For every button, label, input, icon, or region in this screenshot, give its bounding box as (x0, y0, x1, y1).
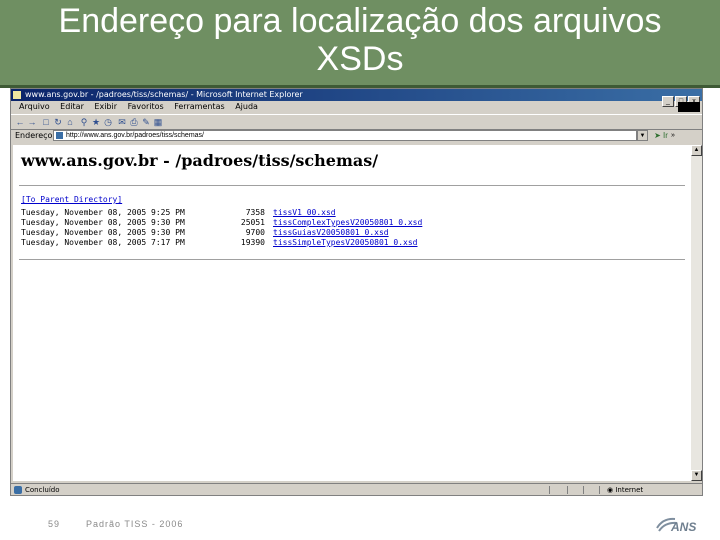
zone-label: Internet (615, 486, 644, 494)
refresh-icon[interactable]: ↻ (53, 117, 63, 127)
file-date: Tuesday, November 08, 2005 9:30 PM (21, 218, 185, 227)
slide-number: 59 (48, 519, 61, 529)
slide-footer: Padrão TISS - 2006 (86, 519, 184, 529)
home-icon[interactable]: ⌂ (65, 117, 75, 127)
file-row: Tuesday, November 08, 2005 7:17 PM 19390 t… (21, 238, 418, 247)
page-icon (56, 132, 63, 139)
discuss-icon[interactable]: ▦ (153, 117, 163, 127)
internet-zone: ◉ Internet (607, 484, 643, 496)
go-label: Ir (663, 131, 668, 140)
menu-ajuda[interactable]: Ajuda (235, 101, 258, 113)
menu-arquivo[interactable]: Arquivo (19, 101, 50, 113)
address-label: Endereço (15, 131, 53, 140)
print-icon[interactable]: ⎙ (129, 117, 139, 127)
menu-ferramentas[interactable]: Ferramentas (174, 101, 224, 113)
favorites-icon[interactable]: ★ (91, 117, 101, 127)
status-divider (567, 486, 568, 494)
file-date: Tuesday, November 08, 2005 7:17 PM (21, 238, 185, 247)
file-size: 25051 (240, 218, 265, 227)
ie-window-icon (13, 91, 21, 99)
divider (19, 259, 685, 260)
address-dropdown-icon[interactable]: ▼ (637, 130, 648, 141)
forward-icon[interactable]: → (27, 117, 37, 127)
file-link[interactable]: tissGuiasV20050801_0.xsd (273, 228, 389, 237)
windows-logo-icon (678, 102, 700, 112)
file-size: 9700 (245, 228, 265, 237)
file-date: Tuesday, November 08, 2005 9:30 PM (21, 228, 185, 237)
history-icon[interactable]: ◷ (103, 117, 113, 127)
vertical-scrollbar[interactable]: ▲ ▼ (691, 145, 702, 481)
links-button[interactable]: » (671, 130, 675, 141)
status-divider (599, 486, 600, 494)
scroll-down-icon[interactable]: ▼ (691, 470, 702, 481)
status-text: Concluído (25, 486, 60, 494)
file-row: Tuesday, November 08, 2005 9:25 PM 7358 ti… (21, 208, 336, 217)
status-bar: Concluído ◉ Internet (11, 483, 702, 496)
search-icon[interactable]: ⚲ (79, 117, 89, 127)
mail-icon[interactable]: ✉ (117, 117, 127, 127)
globe-icon: ◉ (607, 486, 614, 494)
back-icon[interactable]: ← (15, 117, 25, 127)
divider (19, 185, 685, 186)
ans-logo: ANS (656, 517, 696, 534)
file-size: 7358 (245, 208, 265, 217)
page-content: www.ans.gov.br - /padroes/tiss/schemas/ … (13, 145, 691, 481)
standard-toolbar: ← → □ ↻ ⌂ ⚲ ★ ◷ ✉ ⎙ ✎ ▦ (11, 114, 702, 130)
file-link[interactable]: tissV1_00.xsd (273, 208, 336, 217)
page-heading: www.ans.gov.br - /padroes/tiss/schemas/ (21, 151, 379, 170)
file-link[interactable]: tissComplexTypesV20050801_0.xsd (273, 218, 422, 227)
parent-directory-link[interactable]: [To Parent Directory] (21, 195, 122, 204)
status-divider (583, 486, 584, 494)
status-divider (549, 486, 550, 494)
browser-window: www.ans.gov.br - /padroes/tiss/schemas/ … (10, 88, 703, 496)
file-size: 19390 (240, 238, 265, 247)
menu-favoritos[interactable]: Favoritos (128, 101, 164, 113)
menu-bar: Arquivo Editar Exibir Favoritos Ferramen… (11, 101, 702, 113)
window-title: www.ans.gov.br - /padroes/tiss/schemas/ … (25, 90, 303, 99)
stop-icon[interactable]: □ (41, 117, 51, 127)
address-value: http://www.ans.gov.br/padroes/tiss/schem… (66, 132, 204, 139)
scroll-up-icon[interactable]: ▲ (691, 145, 702, 156)
file-link[interactable]: tissSimpleTypesV20050801_0.xsd (273, 238, 418, 247)
go-icon: ➤ (654, 131, 661, 140)
edit-icon[interactable]: ✎ (141, 117, 151, 127)
slide-title: Endereço para localização dos arquivos X… (0, 2, 720, 78)
menu-editar[interactable]: Editar (60, 101, 84, 113)
address-bar: Endereço http://www.ans.gov.br/padroes/t… (11, 129, 702, 143)
slide-title-line-2: XSDs (316, 40, 404, 78)
window-titlebar[interactable]: www.ans.gov.br - /padroes/tiss/schemas/ … (11, 89, 702, 107)
file-row: Tuesday, November 08, 2005 9:30 PM 9700 ti… (21, 228, 389, 237)
menu-exibir[interactable]: Exibir (94, 101, 117, 113)
file-date: Tuesday, November 08, 2005 9:25 PM (21, 208, 185, 217)
file-row: Tuesday, November 08, 2005 9:30 PM 25051 t… (21, 218, 422, 227)
go-button[interactable]: ➤ Ir (653, 130, 669, 141)
svg-text:ANS: ANS (670, 520, 696, 534)
address-input[interactable]: http://www.ans.gov.br/padroes/tiss/schem… (53, 130, 637, 141)
slide-title-line-1: Endereço para localização dos arquivos (58, 2, 662, 40)
status-page-icon (14, 486, 22, 494)
